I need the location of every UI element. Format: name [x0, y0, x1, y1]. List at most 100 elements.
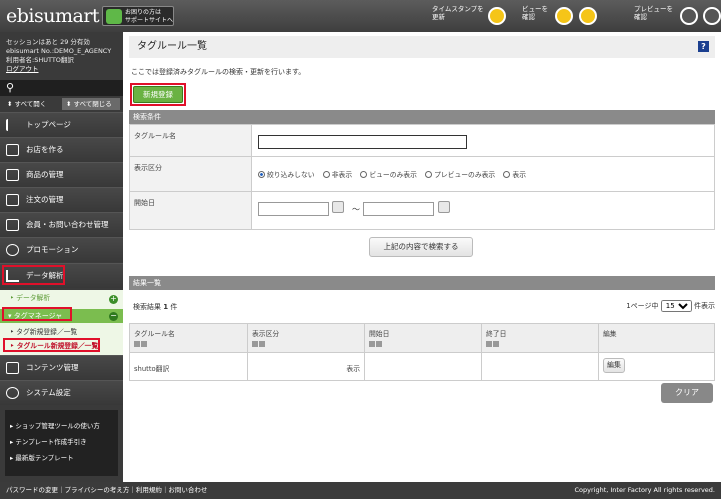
- nav-label: システム設定: [26, 388, 71, 397]
- radio-button[interactable]: [503, 171, 511, 178]
- collapse-all-button[interactable]: ⬍ すべて閉じる: [62, 98, 120, 110]
- preview-mobile-icon[interactable]: [703, 7, 721, 25]
- search-section-header: 検索条件: [129, 110, 715, 124]
- results-section-header: 結果一覧: [129, 276, 715, 290]
- column-header: 表示区分: [252, 330, 280, 338]
- page-title-bar: タグルール一覧 ?: [129, 36, 715, 58]
- column-header: 編集: [603, 330, 617, 338]
- nav-members[interactable]: 会員・お問い合わせ管理: [0, 212, 123, 237]
- help-icon[interactable]: ?: [698, 41, 709, 52]
- start-date-from-input[interactable]: [258, 202, 329, 216]
- nav-label: トップページ: [26, 120, 71, 129]
- radio-show[interactable]: 表示: [503, 171, 526, 179]
- column-header: 終了日: [486, 330, 507, 338]
- cell-start-date: [365, 352, 482, 380]
- submenu-data-analysis[interactable]: ‣ データ解析 +: [0, 292, 123, 305]
- col-rule-name: タグルール名: [130, 324, 248, 352]
- sort-desc-icon[interactable]: [259, 341, 265, 347]
- nav-top-page[interactable]: トップページ: [0, 112, 123, 137]
- submenu-label: タグ新規登録／一覧: [16, 328, 78, 336]
- nav-products[interactable]: 商品の管理: [0, 162, 123, 187]
- nav-promotion[interactable]: プロモーション: [0, 237, 123, 262]
- calendar-icon[interactable]: [332, 201, 344, 213]
- help-link-label: ショップ管理ツールの使い方: [15, 422, 100, 430]
- cell-edit: 編集: [599, 352, 714, 380]
- view-mobile-icon[interactable]: [579, 7, 597, 25]
- preview-pc-icon[interactable]: [680, 7, 698, 25]
- per-page-control: 1ページ中 15 件表示: [626, 300, 715, 312]
- nav-label: 会員・お問い合わせ管理: [26, 220, 109, 229]
- radio-view-only[interactable]: ビューのみ表示: [360, 171, 417, 179]
- expand-all-button[interactable]: ⬍ すべて開く: [3, 98, 46, 110]
- top-bar: ebisumart お困りの方は サポートサイトへ タイムスタンプを 更新 ビュ…: [0, 0, 721, 32]
- radio-no-filter[interactable]: 絞り込みしない: [258, 171, 315, 179]
- nav-orders[interactable]: 注文の管理: [0, 187, 123, 212]
- sort-desc-icon[interactable]: [141, 341, 147, 347]
- sort-asc-icon[interactable]: [252, 341, 258, 347]
- expand-all-label: すべて開く: [14, 100, 47, 108]
- help-link-template-guide[interactable]: ▸ テンプレート作成手引き: [10, 436, 87, 446]
- sidebar-search[interactable]: ⚲: [0, 80, 123, 96]
- cell-rule-name: shutto翻訳: [130, 352, 248, 380]
- rule-name-input[interactable]: [258, 135, 467, 149]
- radio-button[interactable]: [425, 171, 433, 178]
- store-icon: [6, 144, 19, 156]
- sort-desc-icon[interactable]: [376, 341, 382, 347]
- highlight-tag-manager: [2, 307, 72, 321]
- sort-desc-icon[interactable]: [493, 341, 499, 347]
- box-icon: [6, 169, 19, 181]
- per-page-select[interactable]: 15: [660, 300, 692, 312]
- col-edit: 編集: [599, 324, 714, 352]
- nav-label: お店を作る: [26, 145, 64, 154]
- view-line1: ビューを: [522, 5, 548, 13]
- radio-hidden[interactable]: 非表示: [322, 171, 353, 179]
- logout-link[interactable]: ログアウト: [6, 65, 111, 74]
- col-display-type: 表示区分: [248, 324, 365, 352]
- radio-label: プレビューのみ表示: [434, 171, 496, 179]
- display-type-label: 表示区分: [130, 157, 252, 191]
- calendar-icon[interactable]: [438, 201, 450, 213]
- sort-asc-icon[interactable]: [369, 341, 375, 347]
- page-title: タグルール一覧: [137, 41, 207, 52]
- refresh-timestamp-icon[interactable]: [488, 7, 506, 25]
- copyright: Copyright, Inter Factory All rights rese…: [574, 486, 716, 494]
- nav-label: コンテンツ管理: [26, 363, 79, 372]
- view-pc-icon[interactable]: [555, 7, 573, 25]
- search-icon[interactable]: ⚲: [6, 81, 14, 94]
- expand-plus-icon[interactable]: +: [109, 295, 118, 304]
- radio-label: 非表示: [331, 171, 353, 179]
- column-header: タグルール名: [134, 330, 175, 338]
- cell-end-date: [482, 352, 599, 380]
- highlight-tag-rule: [3, 338, 100, 352]
- help-link-label: 最新版テンプレート: [15, 454, 74, 462]
- radio-button[interactable]: [322, 171, 330, 178]
- sort-asc-icon[interactable]: [486, 341, 492, 347]
- view-label: ビューを 確認: [522, 5, 548, 21]
- results-table: タグルール名 表示区分 開始日 終了日 編集 shutto翻訳 表示 編集: [129, 323, 715, 381]
- radio-button[interactable]: [360, 171, 368, 178]
- collapse-minus-icon[interactable]: −: [109, 312, 118, 321]
- sort-asc-icon[interactable]: [134, 341, 140, 347]
- view-line2: 確認: [522, 13, 535, 21]
- per-page-prefix: 1ページ中: [626, 302, 659, 310]
- footer-links[interactable]: パスワードの変更｜プライバシーの考え方｜利用規約｜お問い合わせ: [6, 482, 207, 499]
- search-button[interactable]: 上記の内容で検索する: [369, 237, 473, 257]
- nav-content[interactable]: コンテンツ管理: [0, 355, 123, 380]
- radio-button[interactable]: [258, 171, 265, 178]
- radio-preview-only[interactable]: プレビューのみ表示: [425, 171, 495, 179]
- nav-system-settings[interactable]: システム設定: [0, 380, 123, 405]
- ebisumart-logo[interactable]: ebisumart: [6, 5, 100, 27]
- help-link-latest-template[interactable]: ▸ 最新版テンプレート: [10, 452, 74, 462]
- clear-button[interactable]: クリア: [661, 383, 713, 403]
- new-register-button[interactable]: 新規登録: [133, 86, 183, 103]
- timestamp-line1: タイムスタンプを: [432, 5, 484, 13]
- collapse-all-label: すべて閉じる: [73, 100, 112, 108]
- nav-label: 注文の管理: [26, 195, 64, 204]
- edit-button[interactable]: 編集: [603, 358, 625, 373]
- nav-store[interactable]: お店を作る: [0, 137, 123, 162]
- ebisumart-number: ebisumart No.:DEMO_E_AGENCY: [6, 47, 112, 55]
- help-link-usage[interactable]: ▸ ショップ管理ツールの使い方: [10, 420, 100, 430]
- support-site-button[interactable]: お困りの方は サポートサイトへ: [102, 6, 174, 26]
- flag-icon: [6, 119, 19, 131]
- start-date-to-input[interactable]: [363, 202, 434, 216]
